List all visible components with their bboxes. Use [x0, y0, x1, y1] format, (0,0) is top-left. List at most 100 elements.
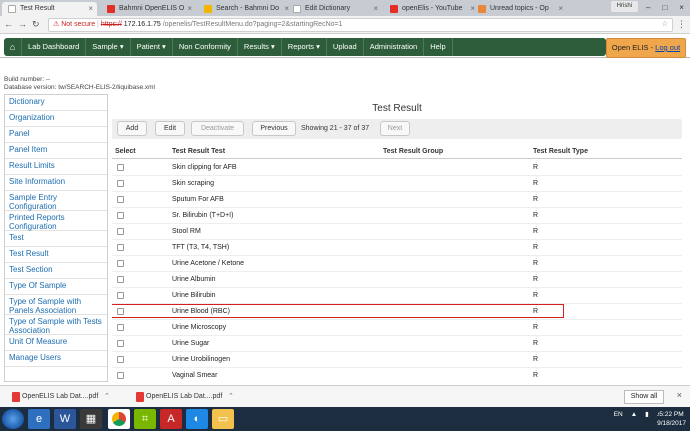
network-icon[interactable]: ▮ [645, 410, 649, 418]
bookmark-star-icon[interactable]: ☆ [662, 19, 668, 31]
browser-tab-openelis-youtube[interactable]: openElis - YouTube × [384, 2, 479, 16]
close-icon[interactable]: × [677, 390, 682, 400]
row-checkbox[interactable] [117, 372, 124, 379]
chevron-up-icon[interactable]: ⌃ [104, 390, 110, 404]
tab-label: openElis - YouTube [402, 5, 463, 12]
start-button[interactable] [2, 409, 24, 429]
reload-icon[interactable]: ↻ [32, 19, 40, 30]
page-icon [8, 5, 16, 13]
app-icon[interactable]: ⌗ [134, 409, 156, 429]
row-checkbox[interactable] [117, 228, 124, 235]
close-tab-icon[interactable]: × [88, 2, 93, 16]
row-checkbox[interactable] [117, 164, 124, 171]
table-row: Urine Bilirubin R [112, 288, 682, 304]
sidebar-item-panel-item[interactable]: Panel Item [5, 143, 107, 159]
row-checkbox[interactable] [117, 308, 124, 315]
sidebar-item-sample-entry-configuration[interactable]: Sample Entry Configuration [5, 191, 107, 211]
url-input[interactable]: ⚠ Not secure | https:// 172.16.1.75 /ope… [48, 18, 673, 32]
sidebar-item-test-result[interactable]: Test Result [5, 247, 107, 263]
sidebar-item-result-limits[interactable]: Result Limits [5, 159, 107, 175]
nav-administration[interactable]: Administration [364, 38, 425, 56]
clock[interactable]: 5:22 PM 9/18/2017 [657, 410, 686, 428]
sidebar-item-test-section[interactable]: Test Section [5, 263, 107, 279]
show-all-button[interactable]: Show all [624, 390, 664, 404]
nav-sample[interactable]: Sample ▾ [86, 38, 131, 56]
row-checkbox[interactable] [117, 244, 124, 251]
nav-upload[interactable]: Upload [327, 38, 364, 56]
table-row: TFT (T3, T4, TSH) R [112, 240, 682, 256]
nav-patient[interactable]: Patient ▾ [131, 38, 173, 56]
folder-icon[interactable]: ▭ [212, 409, 234, 429]
add-button[interactable]: Add [117, 121, 147, 136]
edit-button[interactable]: Edit [155, 121, 185, 136]
browser-tab-strip: Test Result × Bahmni OpenELIS O × Search… [0, 0, 690, 16]
warning-icon: ⚠ [53, 21, 62, 28]
back-icon[interactable]: ← [4, 19, 13, 29]
brand-name: Open ELIS [611, 43, 649, 52]
download-item[interactable]: OpenELIS Lab Dat....pdf ⌃ [4, 390, 114, 404]
sidebar-item-panel[interactable]: Panel [5, 127, 107, 143]
sidebar-item-organization[interactable]: Organization [5, 111, 107, 127]
security-status[interactable]: Not secure [61, 21, 95, 28]
forum-icon [478, 5, 486, 13]
chevron-up-icon[interactable]: ▲ [631, 411, 637, 418]
home-icon[interactable]: ⌂ [4, 38, 22, 56]
browser-tab-search-bahmni[interactable]: Search - Bahmni Do × [198, 2, 293, 16]
next-button[interactable]: Next [380, 121, 410, 136]
sidebar-item-site-information[interactable]: Site Information [5, 175, 107, 191]
download-item[interactable]: OpenELIS Lab Dat....pdf ⌃ [128, 390, 238, 404]
row-checkbox[interactable] [117, 276, 124, 283]
sidebar-item-dictionary[interactable]: Dictionary [5, 95, 107, 111]
nav-non-conformity[interactable]: Non Conformity [173, 38, 238, 56]
word-icon[interactable]: W [54, 409, 76, 429]
row-checkbox[interactable] [117, 356, 124, 363]
tab-label: Bahmni OpenELIS O [119, 5, 185, 12]
logout-link[interactable]: Log out [655, 43, 680, 52]
row-checkbox[interactable] [117, 324, 124, 331]
browser-tab-unread-topics[interactable]: Unread topics - Op × [472, 2, 567, 16]
close-tab-icon[interactable]: × [373, 2, 378, 16]
sidebar-item-printed-reports-configuration[interactable]: Printed Reports Configuration [5, 211, 107, 231]
sidebar-item-type-of-sample-panels[interactable]: Type of Sample with Panels Association [5, 295, 107, 315]
nav-reports[interactable]: Reports ▾ [282, 38, 327, 56]
minimize-icon[interactable]: – [646, 3, 650, 12]
maximize-icon[interactable]: □ [662, 3, 667, 12]
build-number: Build number: -- [4, 76, 51, 83]
ie-icon[interactable]: e [28, 409, 50, 429]
deactivate-button[interactable]: Deactivate [191, 121, 244, 136]
row-checkbox[interactable] [117, 340, 124, 347]
chevron-up-icon[interactable]: ⌃ [228, 390, 234, 404]
browser-menu-icon[interactable]: ⋮ [677, 19, 686, 30]
close-tab-icon[interactable]: × [187, 2, 192, 16]
nav-label: Results [243, 42, 269, 51]
row-checkbox[interactable] [117, 212, 124, 219]
build-info: Build number: -- Database version: tw/SE… [4, 76, 155, 92]
browser-tab-edit-dictionary[interactable]: Edit Dictionary × [287, 2, 382, 16]
main-nav: ⌂ Lab Dashboard Sample ▾ Patient ▾ Non C… [4, 38, 606, 56]
sidebar-item-type-of-sample-tests[interactable]: Type of Sample with Tests Association [5, 315, 107, 335]
forward-icon[interactable]: → [18, 19, 27, 29]
nav-lab-dashboard[interactable]: Lab Dashboard [22, 38, 87, 56]
sidebar-item-unit-of-measure[interactable]: Unit Of Measure [5, 335, 107, 351]
close-window-icon[interactable]: × [679, 3, 684, 12]
sidebar-item-manage-users[interactable]: Manage Users [5, 351, 107, 367]
nav-help[interactable]: Help [424, 38, 453, 56]
profile-button[interactable]: Hrishi [610, 1, 638, 12]
app-icon[interactable]: ▦ [80, 409, 102, 429]
sidebar-item-type-of-sample[interactable]: Type Of Sample [5, 279, 107, 295]
browser-tab-bahmni-openelis[interactable]: Bahmni OpenELIS O × [101, 2, 196, 16]
row-checkbox[interactable] [117, 292, 124, 299]
test-name: Sputum For AFB [172, 196, 224, 203]
language-indicator[interactable]: EN [614, 411, 623, 418]
sidebar-item-test[interactable]: Test [5, 231, 107, 247]
app-icon[interactable]: ◐ [186, 409, 208, 429]
browser-tab-test-result[interactable]: Test Result × [2, 2, 97, 16]
pdf-reader-icon[interactable]: A [160, 409, 182, 429]
nav-results[interactable]: Results ▾ [238, 38, 282, 56]
row-checkbox[interactable] [117, 180, 124, 187]
previous-button[interactable]: Previous [252, 121, 296, 136]
chrome-icon[interactable] [108, 409, 130, 429]
row-checkbox[interactable] [117, 196, 124, 203]
close-tab-icon[interactable]: × [558, 2, 563, 16]
row-checkbox[interactable] [117, 260, 124, 267]
